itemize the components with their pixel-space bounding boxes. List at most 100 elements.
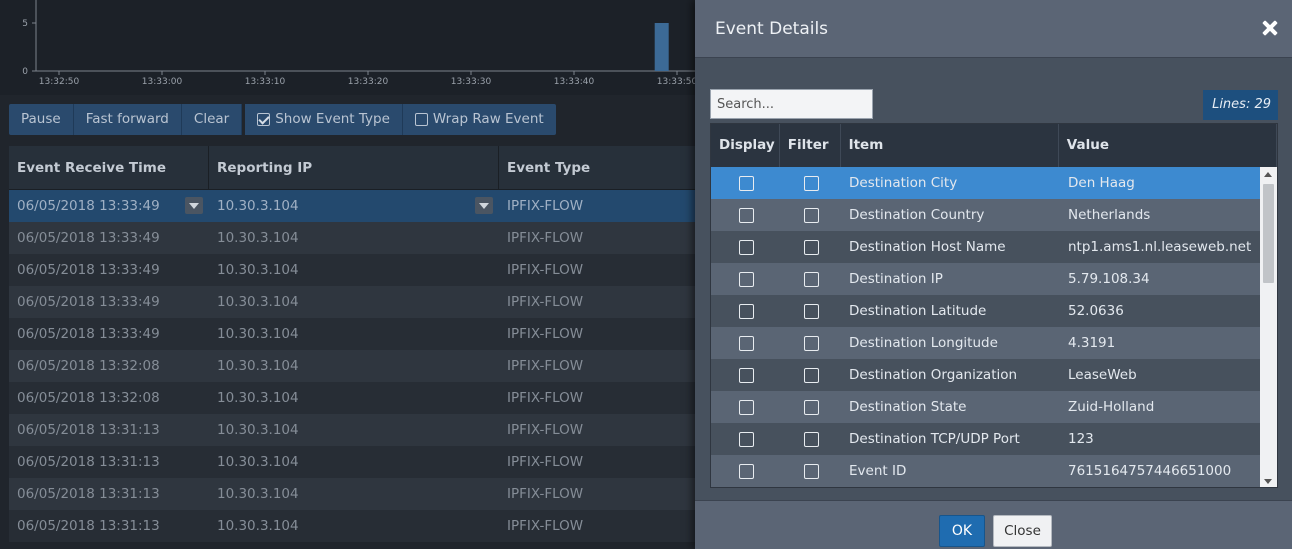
event-attributes-table: Display Filter Item Value Destination Ci… [710,123,1278,488]
display-checkbox[interactable] [739,464,754,479]
dialog-title: Event Details [715,19,829,39]
event-type-cell: IPFIX-FLOW [507,358,584,374]
reporting-ip-cell: 10.30.3.104 [217,262,299,278]
value-cell: Netherlands [1068,207,1151,223]
table-row[interactable]: 06/05/2018 13:31:13 10.30.3.104 IPFIX-FLOW [9,414,699,446]
display-checkbox[interactable] [739,272,754,287]
table-row[interactable]: Destination Country Netherlands [711,199,1261,231]
table-row[interactable]: Destination Host Name ntp1.ams1.nl.leasew… [711,231,1261,263]
filter-checkbox[interactable] [804,240,819,255]
display-checkbox[interactable] [739,240,754,255]
unchecked-checkbox-icon [414,113,428,126]
value-cell: Den Haag [1068,175,1135,191]
display-checkbox[interactable] [739,400,754,415]
table-row[interactable]: 06/05/2018 13:33:49 10.30.3.104 IPFIX-FLOW [9,318,699,350]
display-cell [711,167,780,199]
reporting-ip-cell: 10.30.3.104 [217,518,299,534]
filter-checkbox[interactable] [804,272,819,287]
display-checkbox[interactable] [739,176,754,191]
item-cell: Destination Latitude [849,303,987,319]
table-row[interactable]: Destination Longitude 4.3191 [711,327,1261,359]
dropdown-arrow-icon[interactable] [475,197,493,214]
dropdown-arrow-icon[interactable] [185,197,203,214]
value-cell: 52.0636 [1068,303,1124,319]
filter-cell [780,455,841,487]
reporting-ip-cell: 10.30.3.104 [217,326,299,342]
display-cell [711,199,780,231]
y-tick-label: 5 [22,19,28,29]
filter-checkbox[interactable] [804,304,819,319]
table-row[interactable]: Event ID 7615164757446651000 [711,455,1261,487]
vertical-scrollbar[interactable] [1260,167,1277,487]
scroll-down-arrow-icon[interactable] [1264,479,1272,484]
table-row[interactable]: Destination Organization LeaseWeb [711,359,1261,391]
column-header-display[interactable]: Display [711,124,780,167]
show-event-type-toggle[interactable]: Show Event Type [245,104,403,135]
item-cell: Destination TCP/UDP Port [849,431,1020,447]
column-header-receive-time[interactable]: Event Receive Time [9,146,209,189]
scrollbar-thumb[interactable] [1263,184,1274,283]
table-row[interactable]: 06/05/2018 13:31:13 10.30.3.104 IPFIX-FLOW [9,446,699,478]
scroll-up-arrow-icon[interactable] [1264,172,1272,177]
table-row[interactable]: 06/05/2018 13:32:08 10.30.3.104 IPFIX-FLOW [9,382,699,414]
filter-checkbox[interactable] [804,336,819,351]
filter-checkbox[interactable] [804,176,819,191]
column-header-reporting-ip[interactable]: Reporting IP [209,146,499,189]
filter-checkbox[interactable] [804,368,819,383]
column-header-value[interactable]: Value [1059,124,1277,167]
x-tick-label: 13:33:40 [554,77,595,87]
table-row[interactable]: 06/05/2018 13:32:08 10.30.3.104 IPFIX-FLOW [9,350,699,382]
table-row[interactable]: Destination Latitude 52.0636 [711,295,1261,327]
search-input[interactable] [710,89,873,119]
item-cell: Destination City [849,175,958,191]
close-button[interactable]: Close [993,515,1052,547]
display-cell [711,423,780,455]
item-cell: Destination IP [849,271,943,287]
receive-time-cell: 06/05/2018 13:31:13 [17,422,160,438]
filter-checkbox[interactable] [804,208,819,223]
display-checkbox[interactable] [739,336,754,351]
filter-checkbox[interactable] [804,400,819,415]
column-header-filter[interactable]: Filter [780,124,841,167]
table-row[interactable]: 06/05/2018 13:31:13 10.30.3.104 IPFIX-FLOW [9,510,699,542]
table-row[interactable]: 06/05/2018 13:33:49 10.30.3.104 IPFIX-FLOW [9,190,699,222]
value-cell: LeaseWeb [1068,367,1137,383]
wrap-raw-event-toggle[interactable]: Wrap Raw Event [403,104,556,135]
table-row[interactable]: 06/05/2018 13:33:49 10.30.3.104 IPFIX-FLOW [9,254,699,286]
table-row[interactable]: Destination TCP/UDP Port 123 [711,423,1261,455]
table-row[interactable]: Destination City Den Haag [711,167,1261,199]
histogram-svg: 0 5 13:32:50 13:33:00 13:33:10 13:33:20 13:33:… [22,0,700,87]
column-header-item[interactable]: Item [841,124,1059,167]
table-row[interactable]: 06/05/2018 13:33:49 10.30.3.104 IPFIX-FLOW [9,286,699,318]
table-row[interactable]: 06/05/2018 13:33:49 10.30.3.104 IPFIX-FLOW [9,222,699,254]
event-type-cell: IPFIX-FLOW [507,422,584,438]
display-checkbox[interactable] [739,304,754,319]
event-type-cell: IPFIX-FLOW [507,262,584,278]
display-checkbox[interactable] [739,432,754,447]
table-row[interactable]: Destination State Zuid-Holland [711,391,1261,423]
filter-checkbox[interactable] [804,464,819,479]
histogram-bar [654,23,669,71]
filter-checkbox[interactable] [804,432,819,447]
reporting-ip-cell: 10.30.3.104 [217,230,299,246]
close-icon[interactable] [1262,20,1278,36]
column-header-event-type[interactable]: Event Type [499,146,699,189]
x-tick-label: 13:33:00 [142,77,183,87]
display-cell [711,231,780,263]
ok-button[interactable]: OK [939,515,985,547]
display-checkbox[interactable] [739,368,754,383]
display-cell [711,295,780,327]
x-tick-label: 13:32:50 [39,77,80,87]
table-row[interactable]: Destination IP 5.79.108.34 [711,263,1261,295]
fast-forward-button[interactable]: Fast forward [74,104,182,135]
value-cell: ntp1.ams1.nl.leaseweb.net [1068,239,1252,255]
reporting-ip-cell: 10.30.3.104 [217,358,299,374]
receive-time-cell: 06/05/2018 13:33:49 [17,198,160,214]
display-checkbox[interactable] [739,208,754,223]
receive-time-cell: 06/05/2018 13:31:13 [17,454,160,470]
receive-time-cell: 06/05/2018 13:31:13 [17,486,160,502]
clear-button[interactable]: Clear [182,104,243,135]
filter-cell [780,263,841,295]
table-row[interactable]: 06/05/2018 13:31:13 10.30.3.104 IPFIX-FLOW [9,478,699,510]
pause-button[interactable]: Pause [9,104,74,135]
